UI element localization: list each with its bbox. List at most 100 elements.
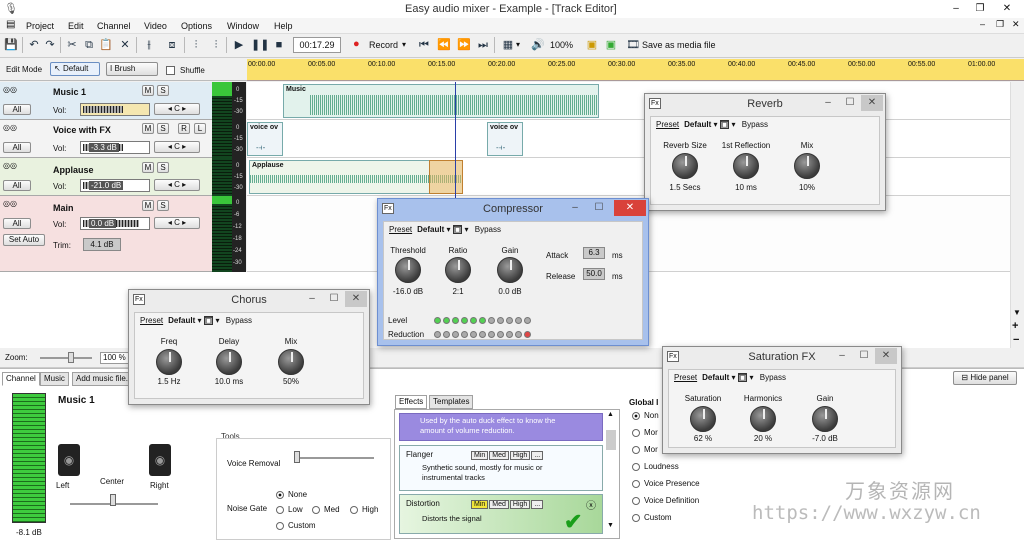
effects-scroll-down-icon[interactable]: ▼: [607, 522, 614, 529]
grid-icon[interactable]: ▦: [500, 38, 516, 52]
reverb-window[interactable]: Fx Reverb – ☐ ✕ Preset Default ▾ ▣ ▾ Bypa…: [644, 93, 886, 211]
mute-button[interactable]: M: [142, 85, 154, 96]
distortion-high[interactable]: High: [509, 500, 531, 509]
media-file-icon[interactable]: 🎞: [625, 38, 641, 52]
volume-slider[interactable]: 0.0 dB: [80, 217, 150, 230]
effect-distortion[interactable]: Distortion Min Med High... ⓧ Distorts the …: [399, 494, 603, 534]
global-option[interactable]: Custom: [632, 513, 672, 522]
solo-button[interactable]: S: [157, 123, 169, 134]
menu-channel[interactable]: Channel: [97, 21, 131, 31]
saturation-knob[interactable]: [690, 406, 716, 432]
harmonics-knob[interactable]: [750, 406, 776, 432]
play-icon[interactable]: ▶: [231, 38, 247, 52]
global-option[interactable]: Loudness: [632, 462, 679, 471]
track-all-button[interactable]: All: [3, 142, 31, 153]
preset-value[interactable]: Default: [702, 373, 729, 382]
scroll-down-icon[interactable]: ▼: [1013, 308, 1021, 317]
flanger-min[interactable]: Min: [471, 451, 489, 460]
global-option[interactable]: Voice Presence: [632, 479, 700, 488]
trim-value[interactable]: 4.1 dB: [83, 238, 121, 251]
trim-right-icon[interactable]: ⫶: [208, 38, 224, 52]
solo-button[interactable]: S: [157, 85, 169, 96]
preset-link[interactable]: Preset: [140, 316, 163, 325]
preset-value[interactable]: Default: [417, 225, 444, 234]
preset-link[interactable]: Preset: [674, 373, 697, 382]
close-button[interactable]: ✕: [875, 348, 897, 364]
stop-icon[interactable]: ■: [271, 38, 287, 52]
gain-knob[interactable]: [812, 406, 838, 432]
track-applause[interactable]: ◎◎ All Applause M S Vol: -21.0 dB ◂ C ▸: [0, 158, 212, 196]
layout-icon-2[interactable]: ▣: [603, 38, 619, 52]
preset-link[interactable]: Preset: [656, 120, 679, 129]
threshold-knob[interactable]: [395, 257, 421, 283]
mdi-restore-button[interactable]: ❐: [996, 19, 1004, 30]
save-preset-icon[interactable]: ▣: [719, 120, 730, 129]
undo-icon[interactable]: ↶: [26, 38, 42, 52]
save-preset-icon[interactable]: ▣: [737, 373, 748, 382]
layout-icon-1[interactable]: ▣: [584, 38, 600, 52]
close-button[interactable]: ✕: [861, 95, 883, 111]
volume-slider[interactable]: [80, 103, 150, 116]
split-icon[interactable]: ⫲: [141, 38, 157, 52]
mdi-close-button[interactable]: ✕: [1012, 19, 1020, 30]
save-preset-icon[interactable]: ▣: [452, 225, 463, 234]
save-icon[interactable]: 💾: [3, 38, 19, 52]
record-arm-button[interactable]: R: [178, 123, 190, 134]
volume-slider[interactable]: -3.3 dB: [80, 141, 150, 154]
minimize-button[interactable]: –: [301, 291, 323, 307]
noise-gate-high[interactable]: High: [350, 505, 378, 514]
lane-voice[interactable]: [247, 120, 1023, 158]
maximize-button[interactable]: ☐: [839, 95, 861, 111]
pause-icon[interactable]: ❚❚: [251, 38, 269, 52]
menu-edit[interactable]: Edit: [68, 21, 84, 31]
menu-help[interactable]: Help: [274, 21, 293, 31]
track-main[interactable]: ◎◎ All Set Auto Main M S Vol: 0.0 dB ◂ C…: [0, 196, 212, 272]
close-button[interactable]: ✕: [614, 200, 646, 216]
global-option[interactable]: Non: [632, 411, 659, 420]
track-toggle-icon[interactable]: ◎◎: [3, 199, 17, 208]
tab-music[interactable]: Music: [40, 372, 69, 386]
go-end-icon[interactable]: ⏭: [475, 38, 491, 52]
shuffle-checkbox[interactable]: [166, 66, 175, 75]
pan-control[interactable]: ◂ C ▸: [154, 217, 200, 229]
bypass-label[interactable]: Bypass: [226, 316, 252, 325]
track-music-1[interactable]: ◎◎ All Music 1 M S Vol: ◂ C ▸: [0, 82, 212, 120]
minimize-button[interactable]: –: [817, 95, 839, 111]
preset-value[interactable]: Default: [168, 316, 195, 325]
maximize-button[interactable]: ☐: [853, 348, 875, 364]
maximize-button[interactable]: ☐: [323, 291, 345, 307]
bypass-label[interactable]: Bypass: [475, 225, 501, 234]
ratio-knob[interactable]: [445, 257, 471, 283]
trim-left-icon[interactable]: ⫶: [188, 38, 204, 52]
mix-knob[interactable]: [794, 153, 820, 179]
voice-removal-slider[interactable]: [294, 457, 374, 459]
record-dropdown-icon[interactable]: ▾: [402, 40, 406, 49]
freq-knob[interactable]: [156, 349, 182, 375]
mute-button[interactable]: M: [142, 162, 154, 173]
mix-knob[interactable]: [278, 349, 304, 375]
set-auto-button[interactable]: Set Auto: [3, 234, 45, 246]
pan-control[interactable]: ◂ C ▸: [154, 179, 200, 191]
cut-icon[interactable]: ✂: [64, 38, 80, 52]
default-mode-button[interactable]: ↖ Default: [50, 62, 100, 76]
paste-icon[interactable]: 📋: [98, 38, 114, 52]
volume-slider[interactable]: -21.0 dB: [80, 179, 150, 192]
track-toggle-icon[interactable]: ◎◎: [3, 85, 17, 94]
save-media-button[interactable]: Save as media file: [642, 40, 716, 50]
track-toggle-icon[interactable]: ◎◎: [3, 123, 17, 132]
brush-mode-button[interactable]: I Brush: [106, 62, 158, 76]
menu-project[interactable]: Project: [26, 21, 54, 31]
mute-button[interactable]: M: [142, 200, 154, 211]
flanger-med[interactable]: Med: [489, 451, 509, 460]
link-button[interactable]: L: [194, 123, 206, 134]
delay-knob[interactable]: [216, 349, 242, 375]
zoom-in-icon[interactable]: +: [1012, 320, 1018, 332]
compressor-window[interactable]: Fx Compressor – ☐ ✕ Preset Default ▾ ▣ ▾ …: [377, 198, 649, 346]
volume-icon[interactable]: 🔊: [530, 38, 546, 52]
preset-link[interactable]: Preset: [389, 225, 412, 234]
menu-window[interactable]: Window: [227, 21, 259, 31]
delete-icon[interactable]: ✕: [117, 38, 133, 52]
saturation-window[interactable]: Fx Saturation FX – ☐ ✕ Preset Default ▾ ▣…: [662, 346, 902, 454]
attack-value[interactable]: 6.3: [583, 247, 605, 259]
hide-panel-button[interactable]: ⊟ Hide panel: [953, 371, 1017, 385]
